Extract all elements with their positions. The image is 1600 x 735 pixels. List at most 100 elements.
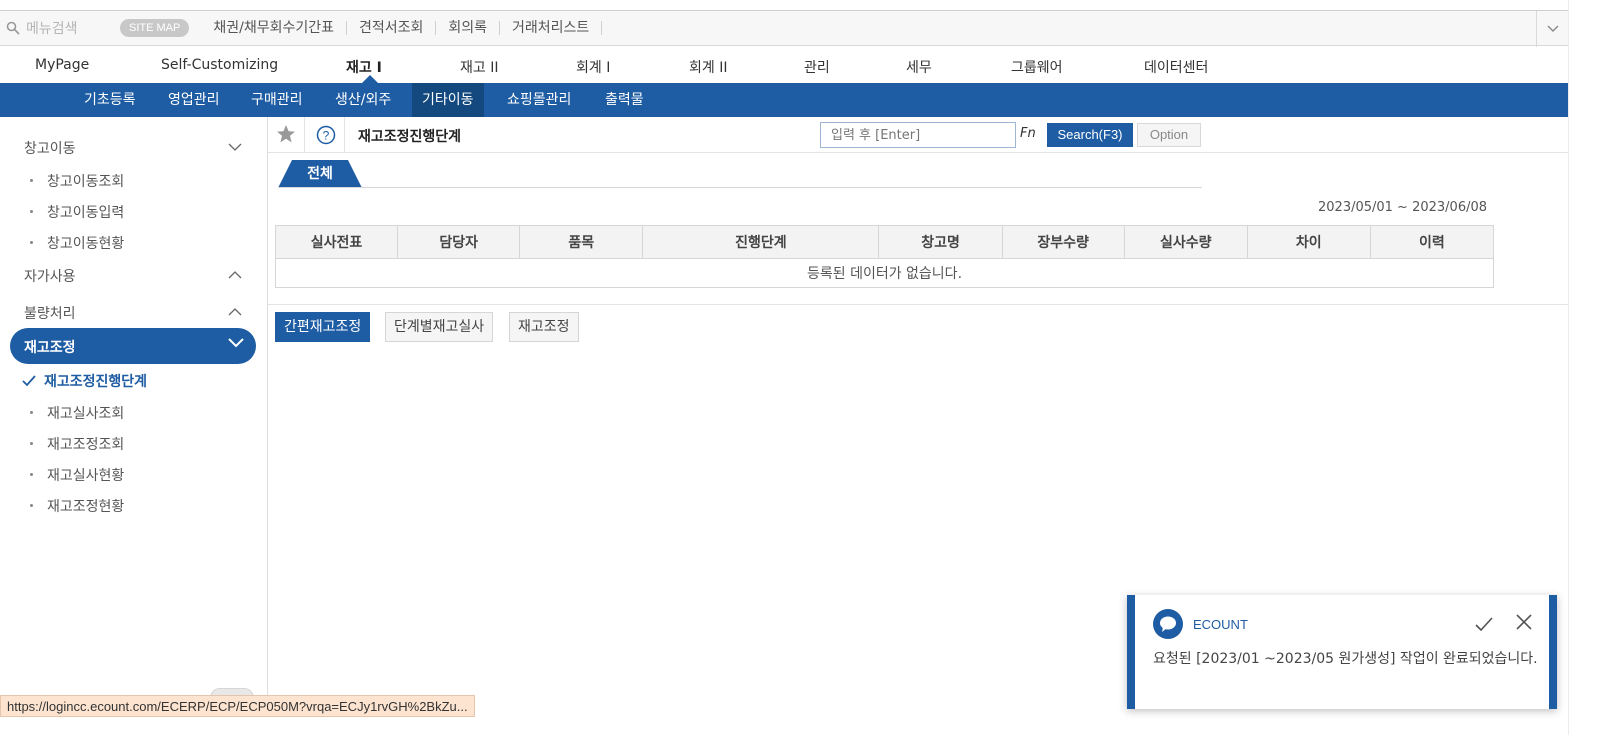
table-header-row: 실사전표 담당자 품목 진행단계 창고명 장부수량 실사수량 차이 이력 (274, 225, 1495, 259)
column-header[interactable]: 실사수량 (1123, 225, 1248, 259)
svg-text:?: ? (323, 129, 330, 143)
quick-adjustment-button[interactable]: 간편재고조정 (275, 312, 371, 342)
close-icon[interactable] (1515, 613, 1533, 631)
sub-item-production[interactable]: 생산/외주 (325, 83, 401, 117)
sitemap-button[interactable]: SITE MAP (120, 19, 190, 37)
sidebar-item-label: 재고조정조회 (47, 437, 125, 453)
column-header[interactable]: 창고명 (878, 225, 1003, 259)
date-range: 2023/05/01 ~ 2023/06/08 (1318, 200, 1488, 215)
sidebar-group-defect[interactable]: 불량처리 (24, 303, 76, 323)
bullet-icon (30, 410, 33, 414)
main-tab-tax[interactable]: 세무 (906, 57, 932, 77)
main-tab-inventory-1[interactable]: 재고 I (346, 57, 382, 77)
divider (268, 304, 1568, 305)
data-table: 실사전표 담당자 품목 진행단계 창고명 장부수량 실사수량 차이 이력 등록된… (274, 225, 1495, 288)
sidebar-item-label: 재고조정현황 (47, 499, 125, 515)
main-tab-accounting-1[interactable]: 회계 I (576, 57, 610, 77)
star-icon[interactable] (276, 124, 296, 144)
chat-icon (1153, 609, 1183, 639)
chevron-up-icon[interactable] (228, 308, 242, 316)
sidebar-item-warehouse-transfer-input[interactable]: 창고이동입력 (30, 202, 124, 222)
column-header[interactable]: 담당자 (397, 225, 521, 259)
sub-item-basic-registration[interactable]: 기초등록 (74, 83, 146, 117)
divider (344, 117, 345, 153)
quick-link-customers[interactable]: 거래처리스트 (500, 21, 603, 35)
sidebar-group-stock-adjustment[interactable]: 재고조정 (10, 328, 256, 364)
sidebar-item-label: 창고이동입력 (47, 205, 125, 221)
table-row: 등록된 데이터가 없습니다. (275, 258, 1494, 288)
chevron-down-icon (228, 338, 244, 348)
sub-item-shopping-mall[interactable]: 쇼핑몰관리 (497, 83, 581, 117)
quick-link-receivables[interactable]: 채권/채무회수기간표 (201, 21, 347, 35)
main-tab-data-center[interactable]: 데이터센터 (1144, 57, 1208, 77)
column-header[interactable]: 이력 (1369, 225, 1495, 259)
quick-link-minutes[interactable]: 회의록 (436, 21, 501, 35)
page-header: ? 재고조정진행단계 Fn Search(F3) Option (268, 117, 1568, 153)
stock-adjustment-button[interactable]: 재고조정 (509, 312, 579, 342)
chevron-up-icon[interactable] (228, 271, 242, 279)
check-icon[interactable] (1475, 617, 1493, 631)
menu-search-placeholder: 메뉴검색 (26, 21, 78, 37)
column-header[interactable]: 품목 (519, 225, 644, 259)
bullet-icon (30, 178, 33, 182)
bullet-icon (30, 209, 33, 213)
quick-link-quotes[interactable]: 견적서조회 (347, 21, 437, 35)
sidebar-group-warehouse-transfer[interactable]: 창고이동 (24, 138, 76, 158)
main-tab-accounting-2[interactable]: 회계 II (689, 57, 727, 77)
fn-button[interactable]: Fn (1020, 126, 1036, 141)
chevron-down-icon[interactable] (228, 143, 242, 151)
sub-menu: 기초등록 영업관리 구매관리 생산/외주 기타이동 쇼핑몰관리 출력물 (0, 83, 1568, 117)
sidebar-item-stock-count-view[interactable]: 재고실사조회 (30, 403, 124, 423)
column-header[interactable]: 차이 (1246, 225, 1371, 259)
sidebar-group-label: 재고조정 (24, 340, 76, 356)
menu-search-input[interactable]: 메뉴검색 (0, 18, 120, 38)
main-tab-groupware[interactable]: 그룹웨어 (1011, 57, 1063, 77)
sidebar-item-warehouse-transfer-view[interactable]: 창고이동조회 (30, 171, 124, 191)
sidebar-item-label: 재고실사조회 (47, 406, 125, 422)
quick-bar-dropdown[interactable] (1536, 11, 1568, 47)
notification-message: 요청된 [2023/01 ~2023/05 원가생성] 작업이 완료되었습니다. (1153, 651, 1538, 667)
tab-all[interactable]: 전체 (278, 160, 362, 188)
main-tab-self-customizing[interactable]: Self-Customizing (161, 57, 278, 73)
bullet-icon (30, 441, 33, 445)
column-header[interactable]: 장부수량 (1001, 225, 1125, 259)
bullet-icon (30, 472, 33, 476)
sidebar-item-stock-count-status[interactable]: 재고실사현황 (30, 465, 124, 485)
bullet-icon (30, 503, 33, 507)
active-tab-caret (362, 75, 378, 83)
sidebar-item-warehouse-transfer-status[interactable]: 창고이동현황 (30, 233, 124, 253)
status-bar-url: https://logincc.ecount.com/ECERP/ECP/ECP… (0, 695, 475, 717)
sub-item-other-transfer[interactable]: 기타이동 (412, 83, 484, 117)
main-tab-inventory-2[interactable]: 재고 II (460, 57, 498, 77)
option-button[interactable]: Option (1137, 123, 1201, 147)
sidebar-item-stock-adjustment-view[interactable]: 재고조정조회 (30, 434, 124, 454)
page-title: 재고조정진행단계 (358, 129, 462, 145)
quick-bar: 메뉴검색 SITE MAP 채권/채무회수기간표 견적서조회 회의록 거래처리스… (0, 10, 1568, 47)
sub-item-sales[interactable]: 영업관리 (158, 83, 230, 117)
chevron-down-icon (1547, 25, 1558, 32)
sub-item-printouts[interactable]: 출력물 (595, 83, 654, 117)
column-header[interactable]: 실사전표 (274, 225, 399, 259)
sidebar-item-label: 창고이동조회 (47, 174, 125, 190)
search-icon (6, 21, 20, 35)
scrollbar[interactable] (1568, 0, 1600, 735)
bullet-icon (30, 240, 33, 244)
help-icon[interactable]: ? (316, 125, 336, 145)
tab-underline (278, 187, 1202, 188)
notification-toast: ECOUNT 요청된 [2023/01 ~2023/05 원가생성] 작업이 완… (1127, 595, 1557, 709)
search-input[interactable] (820, 122, 1016, 148)
sidebar-item-label: 재고조정진행단계 (44, 374, 148, 390)
column-header[interactable]: 진행단계 (642, 225, 880, 259)
stepwise-count-button[interactable]: 단계별재고실사 (385, 312, 494, 342)
main-menu: MyPage Self-Customizing 재고 I 재고 II 회계 I … (0, 48, 1568, 83)
empty-message: 등록된 데이터가 없습니다. (275, 258, 1494, 288)
sidebar-item-stock-adjustment-status[interactable]: 재고조정현황 (30, 496, 124, 516)
sidebar-item-label: 창고이동현황 (47, 236, 125, 252)
sidebar-item-stock-adjustment-progress[interactable]: 재고조정진행단계 (22, 371, 147, 391)
sub-item-purchasing[interactable]: 구매관리 (241, 83, 313, 117)
sidebar-group-self-use[interactable]: 자가사용 (24, 266, 76, 286)
main-tab-management[interactable]: 관리 (804, 57, 830, 77)
search-button[interactable]: Search(F3) (1047, 123, 1133, 147)
main-tab-mypage[interactable]: MyPage (35, 57, 89, 73)
check-icon (22, 375, 36, 387)
